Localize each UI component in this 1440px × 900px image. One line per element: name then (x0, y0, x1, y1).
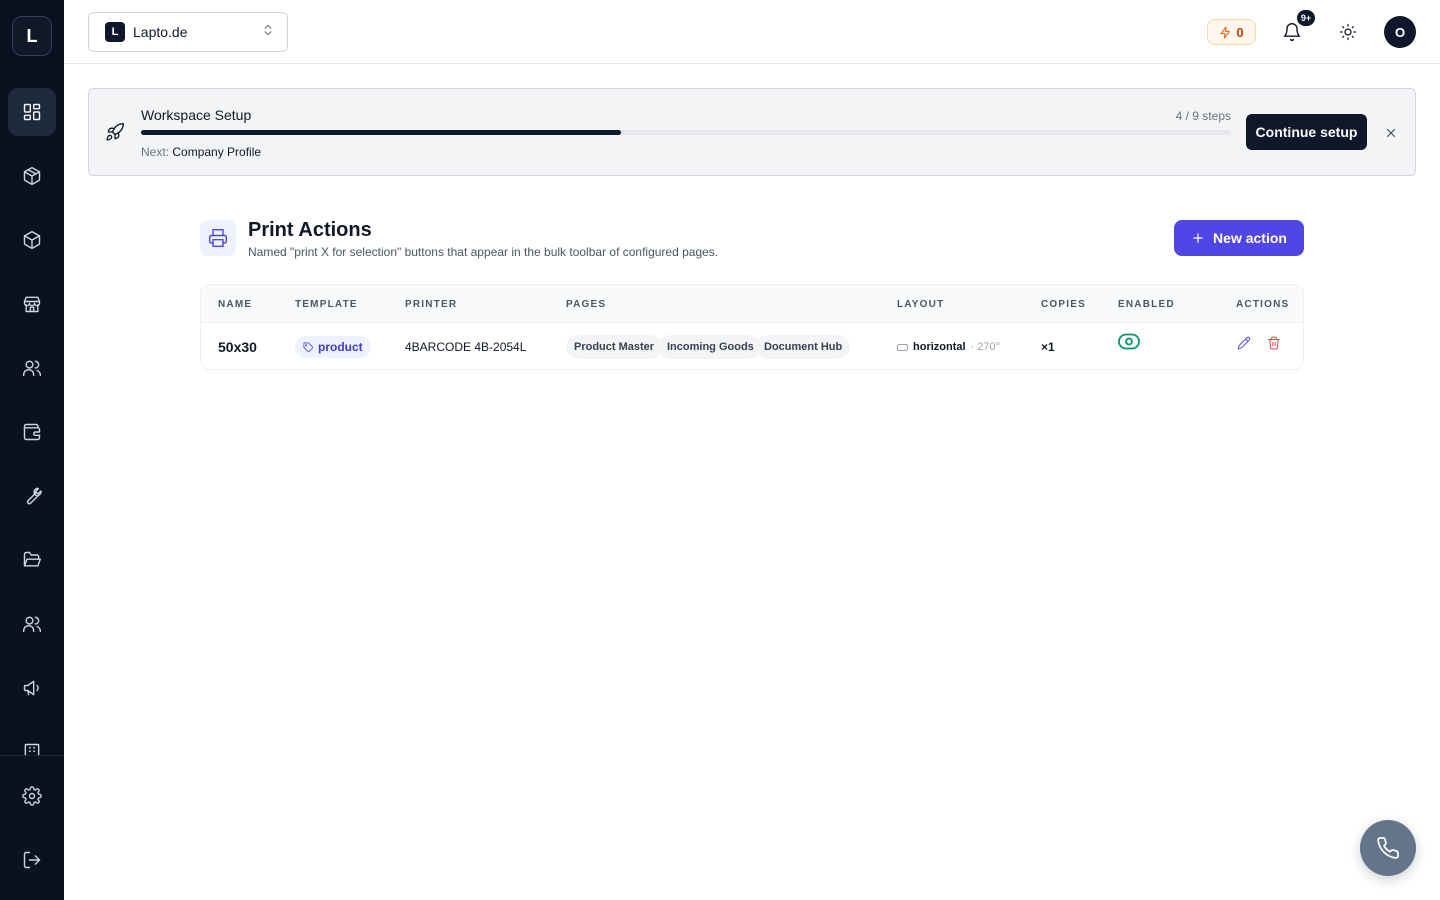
settings-icon (22, 786, 42, 806)
row-name: 50x30 (218, 339, 257, 355)
credits-badge[interactable]: 0 (1207, 19, 1256, 45)
new-action-button[interactable]: New action (1174, 220, 1304, 256)
app-logo[interactable]: L (12, 16, 52, 56)
team-icon (22, 616, 42, 633)
setup-progress-fill (141, 130, 621, 135)
eye-icon (1118, 333, 1140, 350)
page-chip: Product Master (566, 335, 663, 359)
edit-button[interactable] (1237, 336, 1253, 352)
phone-icon (1377, 837, 1399, 859)
sidebar-item-settings[interactable] (8, 772, 56, 820)
column-header-template[interactable]: TEMPLATE (295, 299, 358, 310)
row-layout: horizontal · 270° (897, 341, 1000, 353)
tag-icon (303, 342, 314, 352)
column-header-layout[interactable]: LAYOUT (897, 299, 944, 310)
continue-setup-button[interactable]: Continue setup (1246, 114, 1367, 150)
enabled-toggle[interactable] (1118, 333, 1140, 355)
row-copies: ×1 (1041, 340, 1055, 354)
table-header: NAME TEMPLATE PRINTER PAGES LAYOUT COPIE… (201, 285, 1303, 323)
orientation-icon (897, 343, 908, 351)
sidebar-item-products[interactable] (8, 152, 56, 200)
folder-icon (23, 551, 42, 567)
page-title: Print Actions (248, 219, 372, 241)
page-subtitle: Named "print X for selection" buttons th… (248, 245, 719, 259)
setup-next-label: Next: (141, 145, 170, 159)
layout-angle: · 270° (970, 341, 1001, 353)
pencil-icon (1237, 336, 1251, 350)
sidebar-item-documents[interactable] (8, 536, 56, 584)
box-icon (23, 166, 41, 186)
column-header-printer[interactable]: PRINTER (405, 299, 457, 310)
sidebar-item-team[interactable] (8, 600, 56, 648)
column-header-copies[interactable]: COPIES (1041, 299, 1086, 310)
page-chip: Document Hub (756, 335, 851, 359)
sidebar: L (0, 0, 64, 900)
plus-icon (1193, 233, 1203, 243)
megaphone-icon (23, 680, 39, 696)
building-icon (24, 743, 40, 755)
sidebar-item-customers[interactable] (8, 344, 56, 392)
lightning-icon (1221, 26, 1231, 38)
close-setup-button[interactable] (1381, 123, 1401, 143)
print-actions-table: NAME TEMPLATE PRINTER PAGES LAYOUT COPIE… (200, 284, 1304, 370)
call-support-button[interactable] (1360, 820, 1416, 876)
workspace-badge: L (105, 22, 125, 42)
delete-button[interactable] (1267, 336, 1283, 352)
logout-icon (23, 851, 41, 869)
top-bar: L Lapto.de 0 9+ O (64, 0, 1440, 64)
column-header-name[interactable]: NAME (218, 299, 252, 310)
page-chip: Incoming Goods (659, 335, 762, 359)
sidebar-item-marketing[interactable] (8, 664, 56, 712)
theme-toggle[interactable] (1336, 20, 1360, 44)
layout-label: horizontal (913, 341, 966, 353)
sidebar-item-more[interactable] (8, 728, 56, 755)
setup-steps-count: 4 / 9 steps (1175, 109, 1231, 123)
workspace-name: Lapto.de (133, 24, 188, 40)
user-avatar[interactable]: O (1384, 16, 1416, 48)
template-label: product (318, 340, 363, 354)
chevron-up-down-icon (261, 23, 275, 42)
setup-next-value: Company Profile (172, 145, 262, 159)
template-badge: product (295, 336, 371, 358)
sidebar-item-stores[interactable] (8, 280, 56, 328)
users-icon (22, 360, 42, 377)
wallet-icon (23, 423, 41, 441)
sun-icon (1339, 23, 1357, 41)
bell-icon (1283, 23, 1301, 42)
sidebar-item-tools[interactable] (8, 472, 56, 520)
package-icon (23, 230, 41, 250)
dashboard-icon (23, 103, 41, 121)
sidebar-item-finance[interactable] (8, 408, 56, 456)
sidebar-item-inventory[interactable] (8, 216, 56, 264)
close-icon (1386, 128, 1396, 138)
notifications-badge: 9+ (1297, 10, 1315, 26)
setup-title: Workspace Setup (141, 107, 252, 123)
column-header-enabled[interactable]: ENABLED (1118, 299, 1175, 310)
setup-next-step: Next: Company Profile (141, 145, 261, 159)
trash-icon (1268, 336, 1280, 350)
column-header-actions: ACTIONS (1236, 299, 1290, 310)
column-header-pages[interactable]: PAGES (566, 299, 606, 310)
new-action-label: New action (1213, 230, 1287, 246)
row-printer: 4BARCODE 4B-2054L (405, 340, 527, 354)
workspace-selector[interactable]: L Lapto.de (88, 12, 288, 52)
setup-progress-bar (141, 130, 1231, 135)
sidebar-item-logout[interactable] (8, 836, 56, 884)
workspace-setup-banner: Workspace Setup 4 / 9 steps Next: Compan… (88, 88, 1416, 176)
wrench-icon (26, 487, 42, 505)
sidebar-item-dashboard[interactable] (8, 88, 56, 136)
store-icon (23, 296, 41, 313)
printer-icon (200, 220, 236, 256)
rocket-icon (105, 122, 127, 144)
sidebar-divider (0, 755, 64, 756)
credits-count: 0 (1236, 24, 1244, 40)
